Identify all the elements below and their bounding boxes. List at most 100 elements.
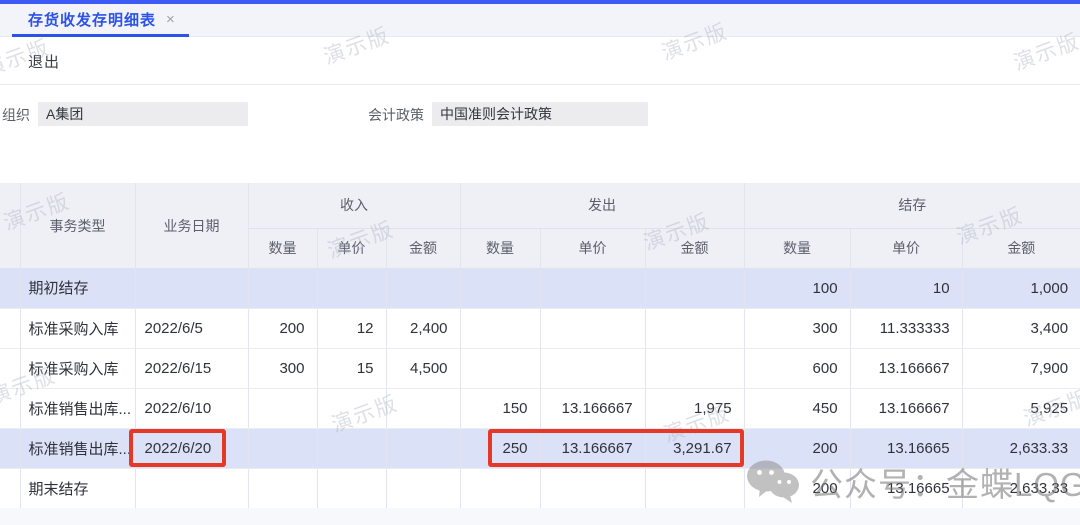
receipt-qty-cell: 300 [248,348,317,388]
balance-qty-cell: 600 [744,348,850,388]
business-date-cell [135,468,248,508]
table-row[interactable]: 标准销售出库...2022/6/20 25013.1666673,291.6720… [0,428,1080,468]
table-row[interactable]: 标准采购入库2022/6/15300154,500 60013.1666677,9… [0,348,1080,388]
inventory-table: 事务类型 业务日期 收入 发出 结存 数量 单价 金额 数量 单价 金额 数量 … [0,183,1080,509]
balance-qty-cell: 100 [744,268,850,308]
issue-amount-cell [645,308,744,348]
row-indent-cell [0,428,20,468]
receipt-price-cell: 12 [317,308,386,348]
balance-qty-cell: 200 [744,468,850,508]
issue-qty-cell [460,468,540,508]
row-indent-cell [0,268,20,308]
table-row[interactable]: 标准销售出库...2022/6/1015013.1666671,97545013… [0,388,1080,428]
issue-price-cell [540,468,645,508]
balance-price-cell: 13.166667 [850,348,962,388]
receipt-amount-cell [386,268,460,308]
table-row[interactable]: 标准采购入库2022/6/5200122,40030011.3333333,40… [0,308,1080,348]
issue-price-cell [540,268,645,308]
balance-amount-cell: 2,633.33 [962,468,1080,508]
page-background-strip [0,508,1080,525]
business-date-cell [135,268,248,308]
balance-amount-cell: 1,000 [962,268,1080,308]
receipt-amount-cell: 2,400 [386,308,460,348]
receipt-qty-cell: 200 [248,308,317,348]
header-balance-price: 单价 [850,228,962,268]
transaction-type-cell: 标准采购入库 [20,348,135,388]
transaction-type-cell: 标准采购入库 [20,308,135,348]
header-group-issue: 发出 [460,183,744,228]
organization-field[interactable]: A集团 [38,102,248,126]
header-transaction-type: 事务类型 [20,183,135,268]
header-group-receipt: 收入 [248,183,460,228]
receipt-qty-cell [248,268,317,308]
header-issue-price: 单价 [540,228,645,268]
accounting-policy-field[interactable]: 中国准则会计政策 [432,102,648,126]
receipt-amount-cell [386,388,460,428]
issue-price-cell: 13.166667 [540,388,645,428]
tab-bar: 存货收发存明细表 × [0,4,1080,37]
header-group-balance: 结存 [744,183,1080,228]
issue-price-cell [540,308,645,348]
receipt-price-cell [317,468,386,508]
business-date-cell: 2022/6/15 [135,348,248,388]
balance-amount-cell: 5,925 [962,388,1080,428]
balance-price-cell: 10 [850,268,962,308]
table-row[interactable]: 期末结存 20013.166652,633.33 [0,468,1080,508]
organization-label: 组织 [2,105,30,125]
exit-button[interactable]: 退出 [28,51,60,72]
issue-price-cell [540,348,645,388]
receipt-qty-cell [248,428,317,468]
issue-amount-cell [645,268,744,308]
issue-qty-cell: 150 [460,388,540,428]
issue-qty-cell [460,308,540,348]
receipt-price-cell [317,268,386,308]
receipt-price-cell: 15 [317,348,386,388]
issue-qty-cell [460,268,540,308]
balance-amount-cell: 3,400 [962,308,1080,348]
transaction-type-cell: 期末结存 [20,468,135,508]
balance-qty-cell: 200 [744,428,850,468]
business-date-cell: 2022/6/5 [135,308,248,348]
header-receipt-price: 单价 [317,228,386,268]
tab-close-icon[interactable]: × [166,11,175,28]
issue-price-cell: 13.166667 [540,428,645,468]
issue-amount-cell: 3,291.67 [645,428,744,468]
tab-title: 存货收发存明细表 [28,9,156,30]
receipt-amount-cell: 4,500 [386,348,460,388]
transaction-type-cell: 期初结存 [20,268,135,308]
balance-price-cell: 11.333333 [850,308,962,348]
balance-price-cell: 13.16665 [850,468,962,508]
filter-bar: 组织 A集团 会计政策 中国准则会计政策 [0,85,1080,145]
row-indent-cell [0,468,20,508]
header-row-indent [0,183,20,268]
header-balance-qty: 数量 [744,228,850,268]
transaction-type-cell: 标准销售出库... [20,428,135,468]
header-receipt-qty: 数量 [248,228,317,268]
toolbar: 退出 [0,37,1080,85]
header-issue-amount: 金额 [645,228,744,268]
balance-amount-cell: 2,633.33 [962,428,1080,468]
balance-qty-cell: 450 [744,388,850,428]
issue-amount-cell [645,348,744,388]
balance-price-cell: 13.166667 [850,388,962,428]
accounting-policy-label: 会计政策 [368,105,424,125]
issue-qty-cell [460,348,540,388]
transaction-type-cell: 标准销售出库... [20,388,135,428]
row-indent-cell [0,348,20,388]
receipt-price-cell [317,428,386,468]
issue-qty-cell: 250 [460,428,540,468]
receipt-qty-cell [248,388,317,428]
table-row[interactable]: 期初结存 100101,000 [0,268,1080,308]
header-business-date: 业务日期 [135,183,248,268]
receipt-qty-cell [248,468,317,508]
balance-amount-cell: 7,900 [962,348,1080,388]
balance-price-cell: 13.16665 [850,428,962,468]
header-issue-qty: 数量 [460,228,540,268]
header-receipt-amount: 金额 [386,228,460,268]
tab-inventory-detail-report[interactable]: 存货收发存明细表 × [12,4,189,37]
receipt-amount-cell [386,428,460,468]
header-balance-amount: 金额 [962,228,1080,268]
business-date-cell: 2022/6/20 [135,428,248,468]
row-indent-cell [0,388,20,428]
business-date-cell: 2022/6/10 [135,388,248,428]
